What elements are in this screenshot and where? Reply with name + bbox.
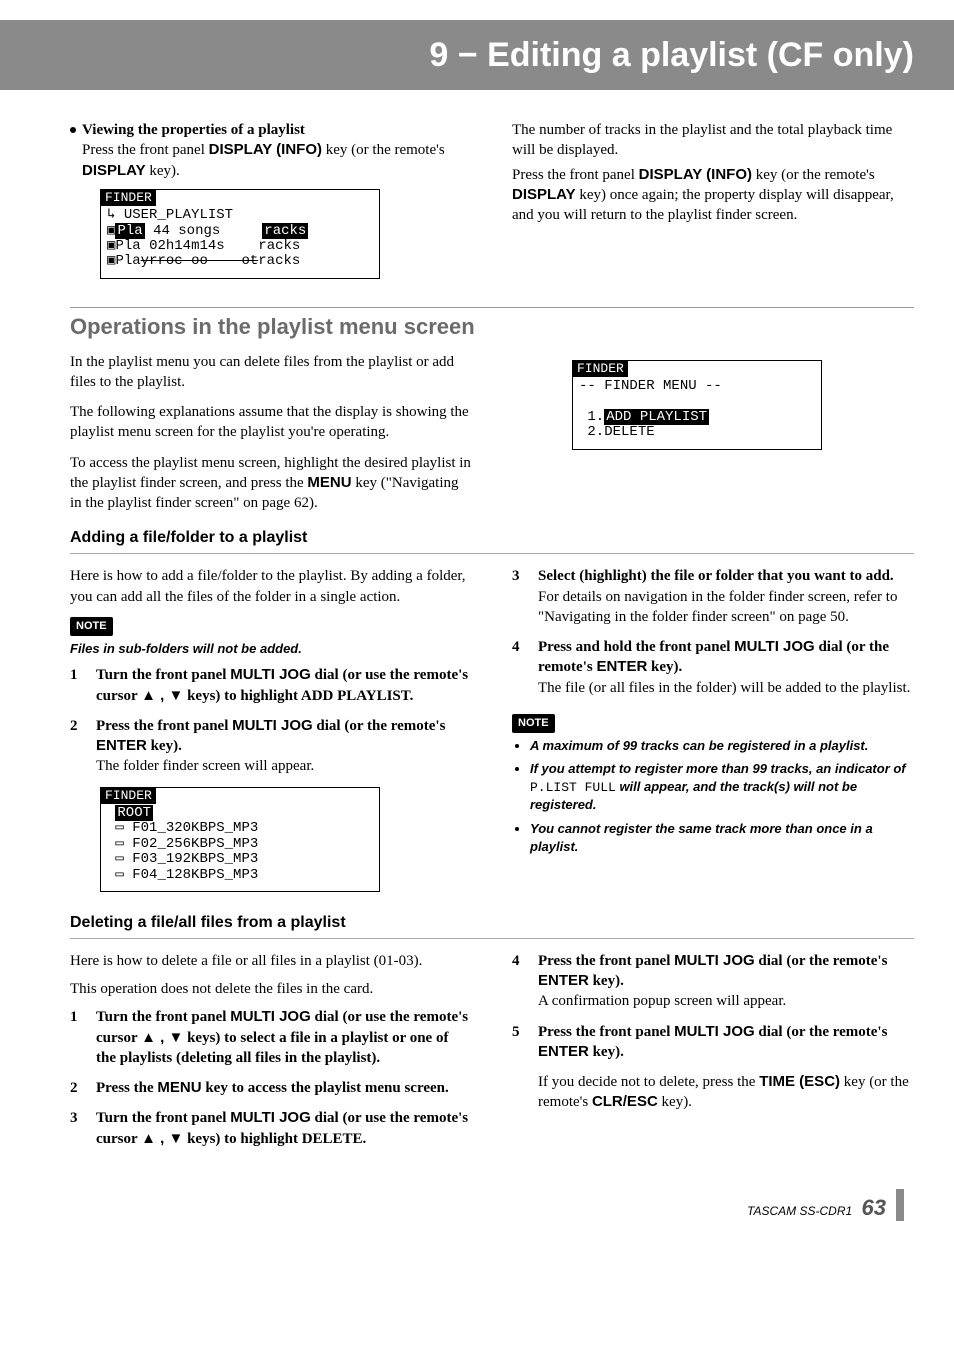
fig2-body: -- FINDER MENU -- 1.ADD PLAYLIST 2.DELET… [573,377,821,449]
add-left: Here is how to add a file/folder to the … [70,566,472,901]
intro-right-p1: The number of tracks in the playlist and… [512,120,914,161]
fig3-header: FINDER [101,788,156,804]
add-left-p: Here is how to add a file/folder to the … [70,566,472,607]
figure-finder-menu: FINDER -- FINDER MENU -- 1.ADD PLAYLIST … [572,360,822,450]
intro-section: Viewing the properties of a playlist Pre… [70,120,914,289]
fig3-body: ROOT ▭ F01_320KBPS_MP3 ▭ F02_256KBPS_MP3… [101,804,379,891]
content-area: Viewing the properties of a playlist Pre… [0,90,954,1179]
section-heading-operations: Operations in the playlist menu screen [70,314,914,340]
del-step-3: 3 Turn the front panel MULTI JOG dial (o… [70,1108,472,1149]
note-badge: NOTE [70,617,113,636]
bullet-icon [70,127,76,133]
fig-header: FINDER [101,190,156,206]
intro-text: Press the front panel DISPLAY (INFO) key… [82,142,445,178]
del-steps-right: 4 Press the front panel MULTI JOG dial (… [512,951,914,1117]
step-4: 4 Press and hold the front panel MULTI J… [512,637,914,698]
step-num: 2 [70,1078,84,1098]
section1-right: FINDER -- FINDER MENU -- 1.ADD PLAYLIST … [512,352,914,518]
step-body: Select (highlight) the file or folder th… [538,566,914,627]
section1-left: In the playlist menu you can delete file… [70,352,472,518]
title-band: 9 − Editing a playlist (CF only) [0,20,954,90]
note-text: Files in sub-folders will not be added. [70,640,472,658]
note-list: A maximum of 99 tracks can be registered… [512,737,914,855]
bullet-title: Viewing the properties of a playlist [82,122,305,138]
note-item-c: You cannot register the same track more … [530,820,914,855]
sub-rule [70,553,914,554]
del-step-1: 1 Turn the front panel MULTI JOG dial (o… [70,1007,472,1068]
subsection-heading-deleting: Deleting a file/all files from a playlis… [70,914,914,932]
step-num: 4 [512,637,526,698]
step-body: Turn the front panel MULTI JOG dial (or … [96,665,472,706]
del-p2: This operation does not delete the files… [70,979,472,999]
step-num: 5 [512,1022,526,1117]
section1-p3: To access the playlist menu screen, high… [70,453,472,514]
page-title: 9 − Editing a playlist (CF only) [429,36,914,75]
figure-folder-finder: FINDER ROOT ▭ F01_320KBPS_MP3 ▭ F02_256K… [100,787,380,892]
fig2-header: FINDER [573,361,628,377]
add-right: 3 Select (highlight) the file or folder … [512,566,914,901]
del-step-2: 2 Press the MENU key to access the playl… [70,1078,472,1098]
fig-body: ↳ USER_PLAYLIST ▣Pla 44 songs racks ▣Pla… [101,206,379,278]
add-steps-left: 1 Turn the front panel MULTI JOG dial (o… [70,665,472,776]
step-num: 4 [512,951,526,1012]
section1-p2: The following explanations assume that t… [70,402,472,443]
step-num: 2 [70,716,84,777]
step-num: 1 [70,1007,84,1068]
intro-right-col: The number of tracks in the playlist and… [512,120,914,289]
del-p1: Here is how to delete a file or all file… [70,951,472,971]
step-body: Turn the front panel MULTI JOG dial (or … [96,1007,472,1068]
del-right: 4 Press the front panel MULTI JOG dial (… [512,951,914,1159]
bullet-item: Viewing the properties of a playlist Pre… [70,120,472,181]
step-3: 3 Select (highlight) the file or folder … [512,566,914,627]
intro-right-p2: Press the front panel DISPLAY (INFO) key… [512,165,914,226]
step-1: 1 Turn the front panel MULTI JOG dial (o… [70,665,472,706]
sub-rule-2 [70,938,914,939]
del-body: Here is how to delete a file or all file… [70,951,914,1159]
add-steps-right: 3 Select (highlight) the file or folder … [512,566,914,698]
step-body: Press the front panel MULTI JOG dial (or… [538,951,914,1012]
section-rule [70,307,914,308]
del-steps-left: 1 Turn the front panel MULTI JOG dial (o… [70,1007,472,1149]
intro-left-col: Viewing the properties of a playlist Pre… [70,120,472,289]
bullet-body: Viewing the properties of a playlist Pre… [82,120,472,181]
section1-body: In the playlist menu you can delete file… [70,352,914,518]
step-num: 3 [512,566,526,627]
del-left: Here is how to delete a file or all file… [70,951,472,1159]
page: 9 − Editing a playlist (CF only) Viewing… [0,20,954,1241]
footer-model: TASCAM SS-CDR1 [747,1204,852,1218]
del-step-5: 5 Press the front panel MULTI JOG dial (… [512,1022,914,1117]
step-num: 1 [70,665,84,706]
note-item-a: A maximum of 99 tracks can be registered… [530,737,914,755]
step-body: Press the front panel MULTI JOG dial (or… [538,1022,914,1117]
step-body: Turn the front panel MULTI JOG dial (or … [96,1108,472,1149]
subsection-heading-adding: Adding a file/folder to a playlist [70,529,914,547]
page-number: 63 [862,1195,886,1220]
step-num: 3 [70,1108,84,1149]
step-body: Press the front panel MULTI JOG dial (or… [96,716,472,777]
page-footer: TASCAM SS-CDR1 63 [0,1179,954,1241]
figure-finder-playlist: FINDER ↳ USER_PLAYLIST ▣Pla 44 songs rac… [100,189,380,279]
step-body: Press the MENU key to access the playlis… [96,1078,472,1098]
section1-p1: In the playlist menu you can delete file… [70,352,472,393]
note-badge-2: NOTE [512,714,555,733]
del-step-4: 4 Press the front panel MULTI JOG dial (… [512,951,914,1012]
step-body: Press and hold the front panel MULTI JOG… [538,637,914,698]
note-item-b: If you attempt to register more than 99 … [530,760,914,814]
add-body: Here is how to add a file/folder to the … [70,566,914,901]
step-2: 2 Press the front panel MULTI JOG dial (… [70,716,472,777]
